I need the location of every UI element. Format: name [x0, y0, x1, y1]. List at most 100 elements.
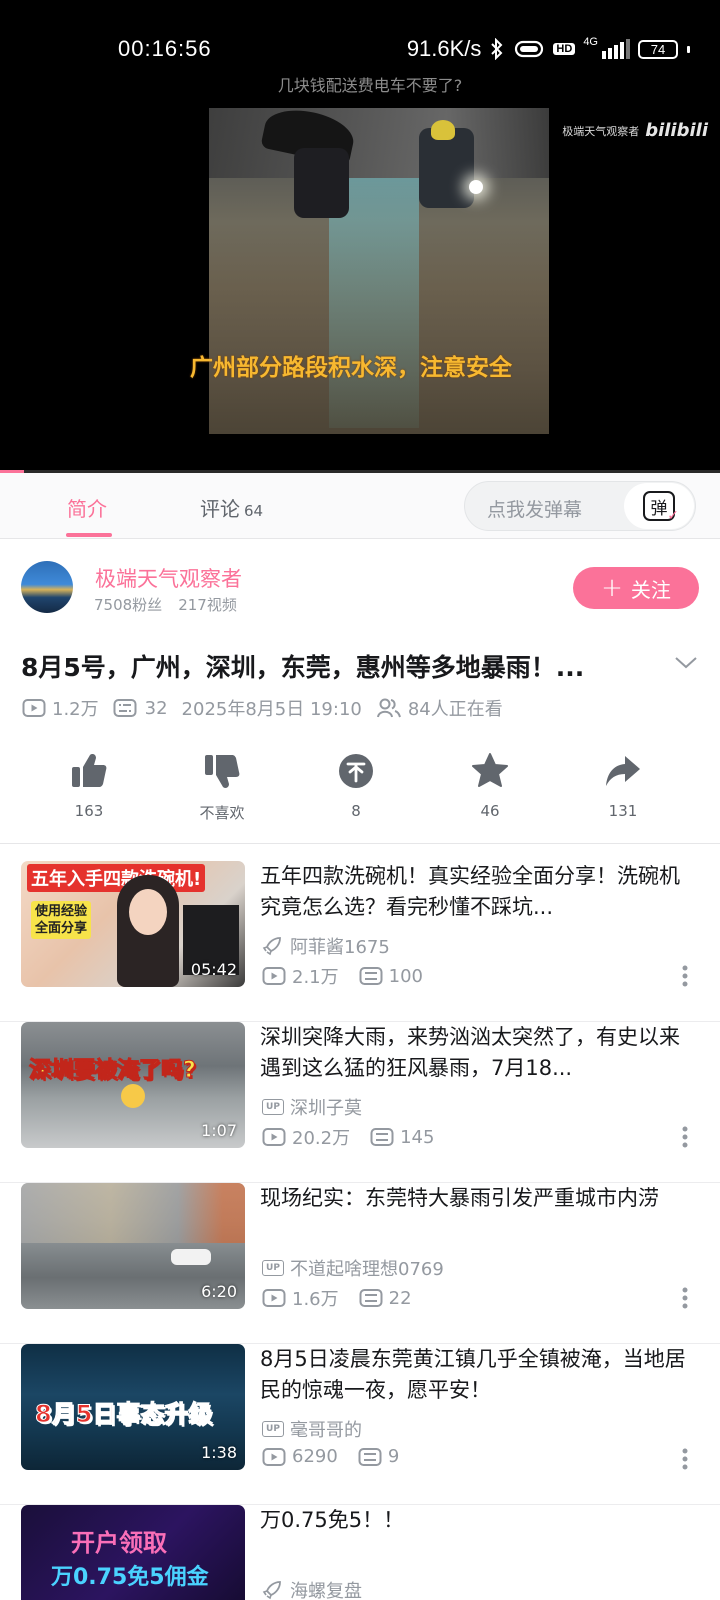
video-author[interactable]: 海螺复盘 — [262, 1577, 362, 1600]
chevron-down-icon[interactable] — [672, 650, 700, 674]
related-video-item[interactable]: 深圳要被淹了吗? 1:07 深圳突降大雨，来势汹汹太突然了，有史以来遇到这么猛的… — [0, 1022, 720, 1183]
video-top-title: 几块钱配送费电车不要了? — [277, 76, 463, 95]
views-meta: 1.2万 — [22, 695, 99, 721]
views-count: 20.2万 — [292, 1128, 351, 1149]
favorite-count: 46 — [480, 802, 500, 820]
more-options-icon[interactable] — [682, 965, 688, 987]
signal-4g-label: 4G — [583, 36, 598, 48]
danmaku-count-icon — [358, 1447, 382, 1466]
signal-icon — [602, 39, 630, 59]
like-button[interactable]: 163 — [34, 752, 144, 820]
author-name: 阿菲酱1675 — [290, 937, 390, 958]
play-count-icon — [262, 1128, 286, 1146]
danmaku-count-icon — [359, 967, 383, 985]
follow-button[interactable]: + 关注 — [573, 567, 699, 609]
tab-comments-label: 评论 — [200, 497, 240, 521]
video-stats: 6290 9 — [262, 1446, 399, 1467]
tab-comments[interactable]: 评论 64 — [200, 493, 263, 522]
channel-watermark: 极端天气观察者 bilibili — [562, 120, 708, 141]
more-options-icon[interactable] — [682, 1287, 688, 1309]
danmaku-count: 100 — [388, 965, 423, 987]
video-thumbnail[interactable]: 五年入手四款洗碗机! 使用经验 全面分享 05:42 — [21, 861, 245, 987]
video-duration: 1:38 — [201, 1443, 237, 1462]
video-title[interactable]: 深圳突降大雨，来势汹汹太突然了，有史以来遇到这么猛的狂风暴雨，7月18... — [260, 1022, 690, 1084]
vibrate-icon — [515, 40, 544, 58]
thumb-emoji — [121, 1084, 145, 1108]
views-count: 1.2万 — [52, 699, 99, 720]
share-button[interactable]: 131 — [568, 752, 678, 820]
video-player[interactable]: 00:16:56 91.6K/s HD 4G 74 几块钱配送费电车不要了? 极… — [0, 0, 720, 473]
video-title[interactable]: 8月5日凌晨东莞黄江镇几乎全镇被淹，当地居民的惊魂一夜，愿平安！ — [260, 1344, 690, 1406]
danmaku-input[interactable]: 点我发弹幕 弹 ✓ — [464, 481, 696, 531]
rocket-icon — [262, 1581, 281, 1600]
danmaku-count: 32 — [144, 697, 168, 719]
people-icon — [376, 698, 401, 718]
share-icon — [606, 756, 640, 786]
related-video-item[interactable]: 8月5日事态升级 1:38 8月5日凌晨东莞黄江镇几乎全镇被淹，当地居民的惊魂一… — [0, 1344, 720, 1505]
follow-label: 关注 — [630, 577, 671, 602]
up-badge-icon: UP — [262, 1099, 284, 1115]
divider — [0, 843, 720, 844]
video-thumbnail[interactable]: 开户领取 万0.75免5佣金 — [21, 1505, 245, 1600]
play-count-icon — [262, 1289, 286, 1307]
video-meta-row: 1.2万 32 2025年8月5日 19:10 84人正在看 — [22, 695, 503, 721]
status-bar-right: 91.6K/s HD 4G 74 — [407, 36, 690, 62]
frame-rider — [294, 148, 349, 218]
thumbs-up-icon — [72, 754, 107, 787]
related-video-item[interactable]: 五年入手四款洗碗机! 使用经验 全面分享 05:42 五年四款洗碗机！真实经验全… — [0, 861, 720, 1022]
status-time: 00:16:56 — [118, 36, 212, 61]
video-duration: 1:07 — [201, 1121, 237, 1140]
thumb-car — [171, 1249, 211, 1265]
frame-building — [209, 108, 549, 178]
plus-icon: + — [601, 573, 623, 603]
video-author[interactable]: UP 不道起啥理想0769 — [262, 1255, 444, 1281]
video-headline[interactable]: 8月5号，广州，深圳，东莞，惠州等多地暴雨！... — [21, 648, 661, 684]
video-thumbnail[interactable]: 深圳要被淹了吗? 1:07 — [21, 1022, 245, 1148]
video-frame[interactable] — [209, 108, 549, 434]
watching-meta: 84人正在看 — [376, 695, 503, 721]
video-stats: 1.6万 22 — [262, 1285, 412, 1311]
video-author[interactable]: UP 深圳子莫 — [262, 1094, 362, 1120]
video-title[interactable]: 现场纪实：东莞特大暴雨引发严重城市内涝 — [260, 1183, 690, 1214]
video-thumbnail[interactable]: 8月5日事态升级 1:38 — [21, 1344, 245, 1470]
favorite-button[interactable]: 46 — [435, 752, 545, 820]
frame-helmet — [431, 120, 455, 140]
tab-intro[interactable]: 简介 — [67, 493, 107, 522]
more-options-icon[interactable] — [682, 1126, 688, 1148]
thumb-buildings — [21, 1183, 245, 1243]
hd-icon: HD — [553, 43, 576, 55]
uploader-name[interactable]: 极端天气观察者 — [95, 563, 242, 593]
danmaku-toggle-button[interactable]: 弹 ✓ — [624, 483, 694, 529]
video-stats: 2.1万 100 — [262, 963, 423, 989]
dislike-button[interactable]: 不喜欢 — [167, 752, 277, 823]
bluetooth-icon — [491, 38, 503, 60]
video-title[interactable]: 五年四款洗碗机！真实经验全面分享！洗碗机究竟怎么选？看完秒懂不踩坑... — [260, 861, 690, 923]
author-name: 毫哥哥的 — [290, 1420, 362, 1441]
up-badge-icon: UP — [262, 1421, 284, 1437]
coin-button[interactable]: 8 — [301, 752, 411, 820]
views-count: 1.6万 — [292, 1289, 339, 1310]
video-author[interactable]: UP 毫哥哥的 — [262, 1416, 362, 1442]
related-video-item[interactable]: 6:20 现场纪实：东莞特大暴雨引发严重城市内涝 UP 不道起啥理想0769 1… — [0, 1183, 720, 1344]
danmaku-count: 22 — [388, 1287, 412, 1309]
battery-icon: 74 — [638, 39, 678, 59]
watermark-channel: 极端天气观察者 — [562, 124, 640, 138]
star-icon — [472, 753, 508, 787]
danmaku-meta: 32 — [113, 698, 168, 719]
tab-active-indicator — [66, 533, 112, 537]
thumb-face — [129, 889, 167, 935]
like-count: 163 — [74, 802, 104, 820]
uploader-fans: 7508粉丝 — [94, 596, 163, 614]
thumb-caption: 五年入手四款洗碗机! — [27, 864, 206, 892]
video-thumbnail[interactable]: 6:20 — [21, 1183, 245, 1309]
uploader-video-count: 217视频 — [178, 596, 237, 614]
views-count: 2.1万 — [292, 967, 339, 988]
video-author[interactable]: 阿菲酱1675 — [262, 933, 390, 959]
tab-bar: 简介 评论 64 点我发弹幕 弹 ✓ — [0, 473, 720, 539]
rocket-icon — [262, 937, 281, 956]
video-title[interactable]: 万0.75免5！！ — [260, 1505, 690, 1536]
more-options-icon[interactable] — [682, 1448, 688, 1470]
uploader-avatar[interactable] — [21, 561, 73, 613]
related-video-item[interactable]: 开户领取 万0.75免5佣金 万0.75免5！！ 海螺复盘 — [0, 1505, 720, 1600]
thumb-caption-2: 万0.75免5佣金 — [51, 1565, 209, 1590]
